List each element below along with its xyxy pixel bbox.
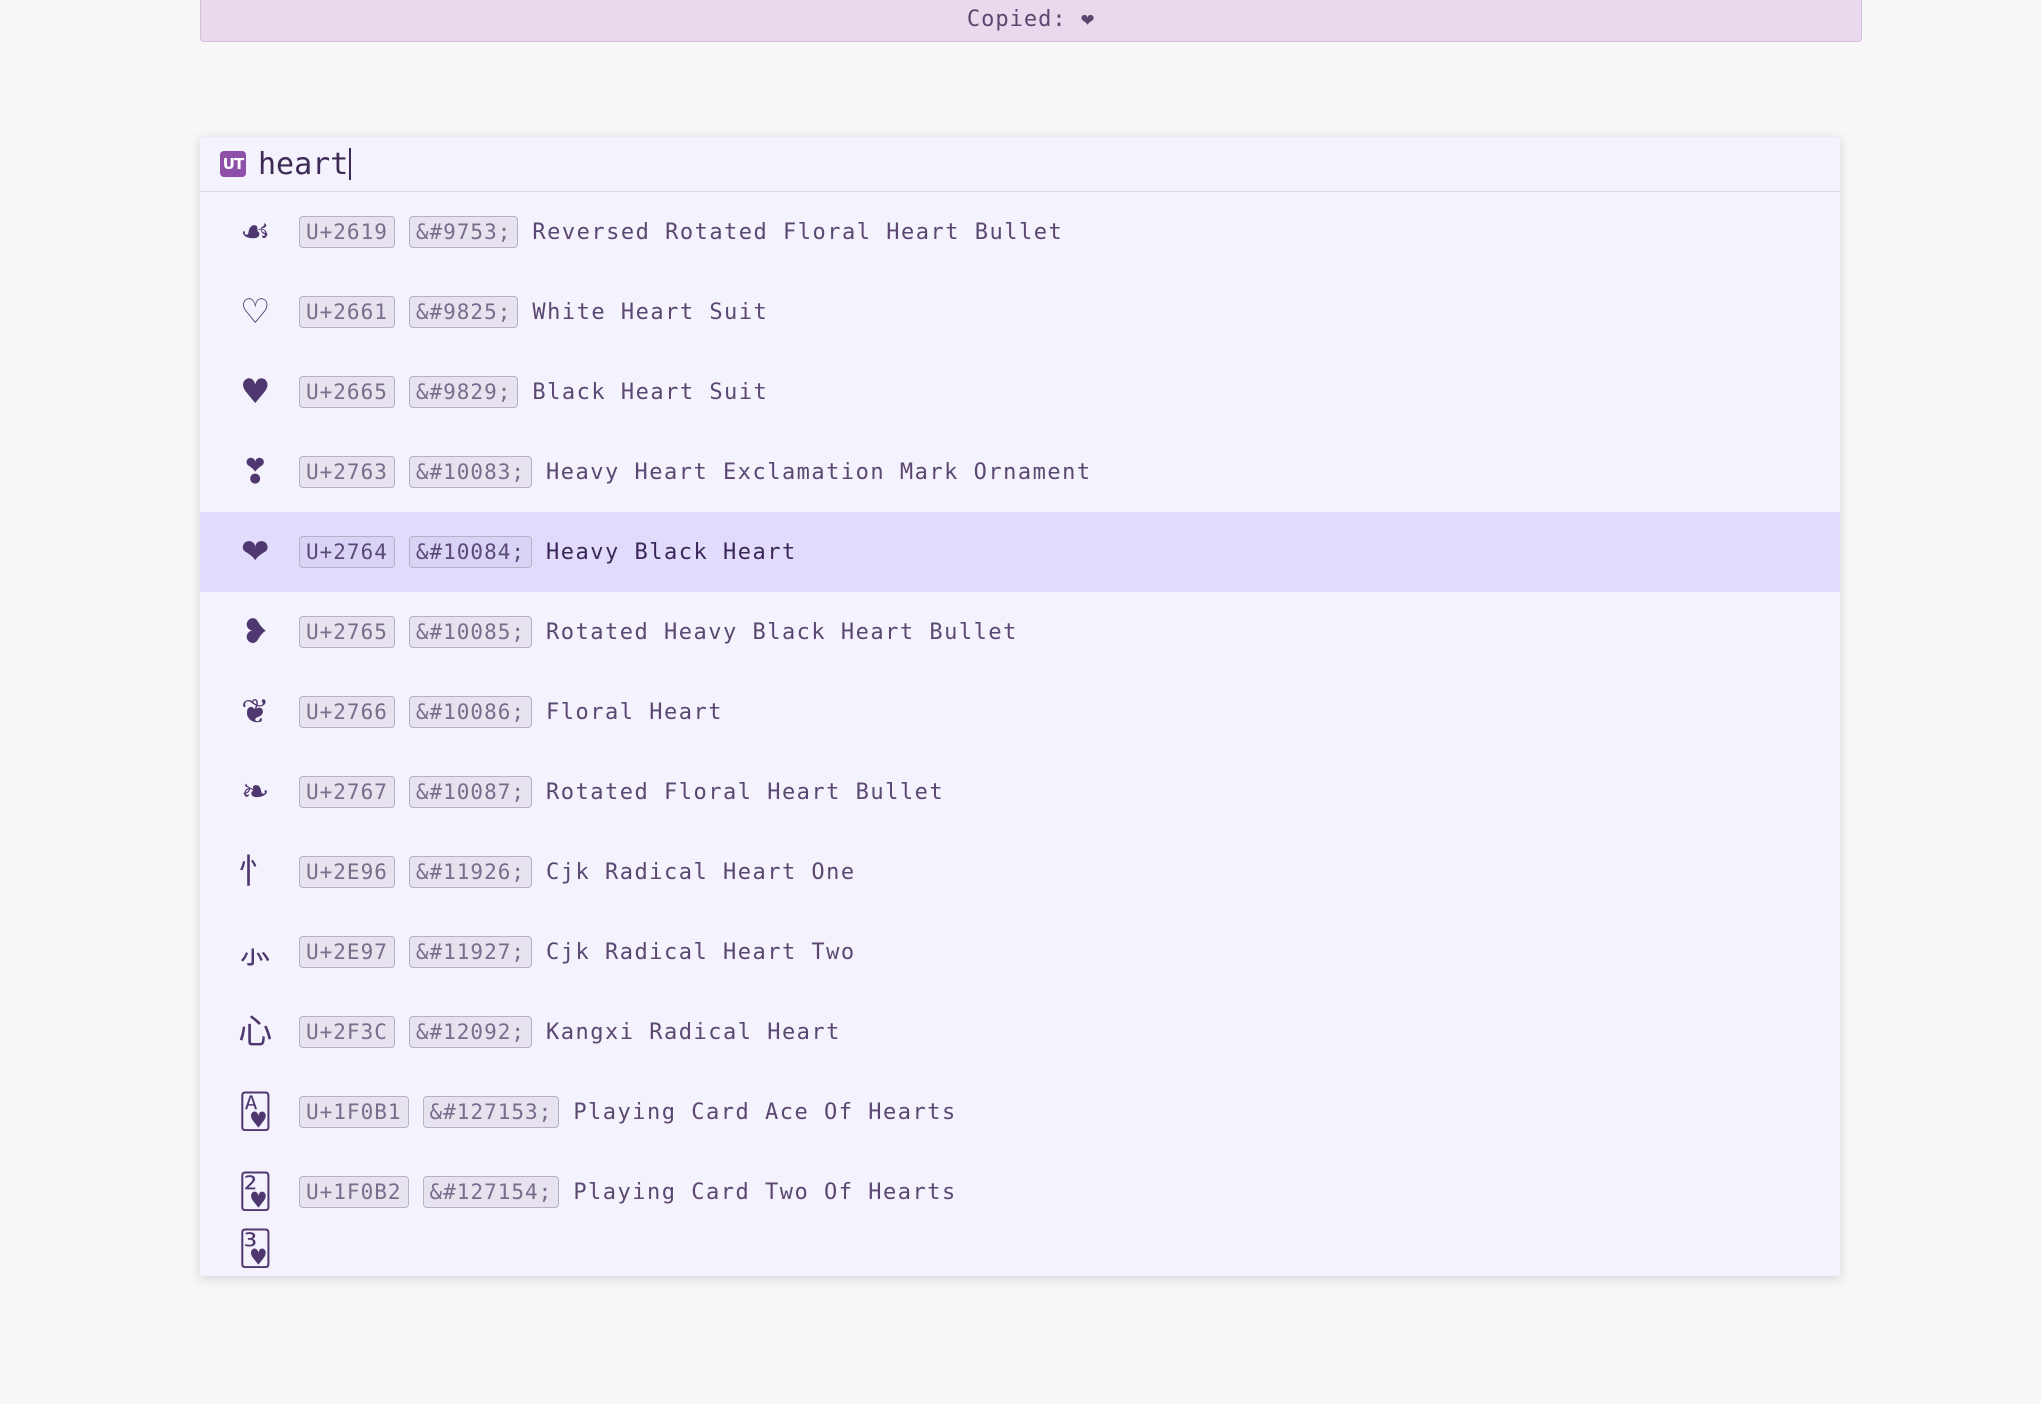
character-glyph: ♡ — [240, 292, 272, 332]
character-name: Reversed Rotated Floral Heart Bullet — [532, 219, 1064, 245]
html-entity-badge: &#11927; — [408, 936, 533, 968]
codepoint-badge: U+2F3C — [299, 1016, 395, 1048]
result-row[interactable]: ⺗ U+2E97 &#11927; Cjk Radical Heart Two — [200, 912, 1840, 992]
character-glyph: ❤ — [241, 532, 271, 572]
result-row[interactable]: ⺖ U+2E96 &#11926; Cjk Radical Heart One — [200, 832, 1840, 912]
results-list: ☙ U+2619 &#9753; Reversed Rotated Floral He… — [200, 192, 1840, 1272]
codepoint-badge: U+2766 — [299, 696, 395, 728]
codepoint-badge: U+1F0B1 — [299, 1096, 409, 1128]
character-name: Cjk Radical Heart Two — [546, 939, 856, 965]
html-entity-badge: &#12092; — [408, 1016, 533, 1048]
copied-label: Copied: — [966, 7, 1067, 32]
character-name: Rotated Heavy Black Heart Bullet — [546, 619, 1018, 645]
copied-glyph: ❤ — [1080, 7, 1096, 32]
search-bar: UT heart — [200, 137, 1840, 192]
html-entity-badge: &#11926; — [408, 856, 533, 888]
result-row[interactable]: ♡ U+2661 &#9825; White Heart Suit — [200, 272, 1840, 352]
search-input[interactable]: heart — [258, 147, 352, 182]
result-row[interactable]: 🂱 U+1F0B1 &#127153; Playing Card Ace Of Hea… — [200, 1072, 1840, 1152]
codepoint-badge: U+2665 — [299, 376, 395, 408]
character-name: Heavy Heart Exclamation Mark Ornament — [546, 459, 1092, 485]
character-glyph: ☙ — [240, 212, 272, 252]
search-input-value[interactable]: heart — [258, 147, 348, 182]
codepoint-badge: U+2767 — [299, 776, 395, 808]
codepoint-badge: U+2E96 — [299, 856, 395, 888]
result-row[interactable]: ❧ U+2767 &#10087; Rotated Floral Heart Bull… — [200, 752, 1840, 832]
character-glyph: ❦ — [241, 692, 271, 732]
result-row[interactable]: ☙ U+2619 &#9753; Reversed Rotated Floral He… — [200, 192, 1840, 272]
character-name: Playing Card Ace Of Hearts — [573, 1099, 957, 1125]
html-entity-badge: &#10085; — [408, 616, 533, 648]
codepoint-badge: U+2763 — [299, 456, 395, 488]
result-row[interactable]: 🂳 — [200, 1232, 1840, 1272]
result-row[interactable]: ❣ U+2763 &#10083; Heavy Heart Exclamation M… — [200, 432, 1840, 512]
result-row[interactable]: ⼼ U+2F3C &#12092; Kangxi Radical Heart — [200, 992, 1840, 1072]
character-name: Playing Card Two Of Hearts — [573, 1179, 957, 1205]
character-glyph: ❧ — [241, 772, 271, 812]
codepoint-badge: U+2764 — [299, 536, 395, 568]
app-logo-icon: UT — [220, 151, 246, 177]
character-glyph: ❣ — [241, 452, 271, 492]
character-name: Cjk Radical Heart One — [546, 859, 856, 885]
character-glyph: 🂱 — [237, 1092, 275, 1132]
result-row[interactable]: ❥ U+2765 &#10085; Rotated Heavy Black Heart… — [200, 592, 1840, 672]
character-name: Kangxi Radical Heart — [546, 1019, 841, 1045]
character-glyph: 🂲 — [237, 1172, 275, 1212]
character-glyph: ♥ — [240, 372, 272, 412]
character-glyph: ⺖ — [238, 852, 274, 892]
character-glyph: ⺗ — [238, 932, 274, 972]
html-entity-badge: &#10083; — [408, 456, 533, 488]
html-entity-badge: &#9753; — [408, 216, 519, 248]
result-row[interactable]: 🂲 U+1F0B2 &#127154; Playing Card Two Of Hea… — [200, 1152, 1840, 1232]
html-entity-badge: &#10086; — [408, 696, 533, 728]
codepoint-badge: U+2661 — [299, 296, 395, 328]
copied-banner: Copied: ❤ — [200, 0, 1862, 42]
character-glyph: 🂳 — [237, 1229, 275, 1269]
character-name: White Heart Suit — [532, 299, 769, 325]
character-name: Floral Heart — [546, 699, 723, 725]
html-entity-badge: &#10087; — [408, 776, 533, 808]
html-entity-badge: &#9825; — [408, 296, 519, 328]
search-panel: UT heart ☙ U+2619 &#9753; Reversed Rotated … — [200, 137, 1840, 1276]
text-caret — [349, 148, 352, 180]
html-entity-badge: &#10084; — [408, 536, 533, 568]
html-entity-badge: &#127154; — [422, 1176, 560, 1208]
character-name: Rotated Floral Heart Bullet — [546, 779, 945, 805]
codepoint-badge: U+2E97 — [299, 936, 395, 968]
character-name: Black Heart Suit — [532, 379, 769, 405]
html-entity-badge: &#127153; — [422, 1096, 560, 1128]
result-row[interactable]: ♥ U+2665 &#9829; Black Heart Suit — [200, 352, 1840, 432]
result-row-selected[interactable]: ❤ U+2764 &#10084; Heavy Black Heart — [200, 512, 1840, 592]
codepoint-badge: U+2765 — [299, 616, 395, 648]
html-entity-badge: &#9829; — [408, 376, 519, 408]
character-name: Heavy Black Heart — [546, 539, 797, 565]
character-glyph: ❥ — [241, 612, 271, 652]
codepoint-badge: U+2619 — [299, 216, 395, 248]
character-glyph: ⼼ — [238, 1012, 274, 1052]
codepoint-badge: U+1F0B2 — [299, 1176, 409, 1208]
result-row[interactable]: ❦ U+2766 &#10086; Floral Heart — [200, 672, 1840, 752]
